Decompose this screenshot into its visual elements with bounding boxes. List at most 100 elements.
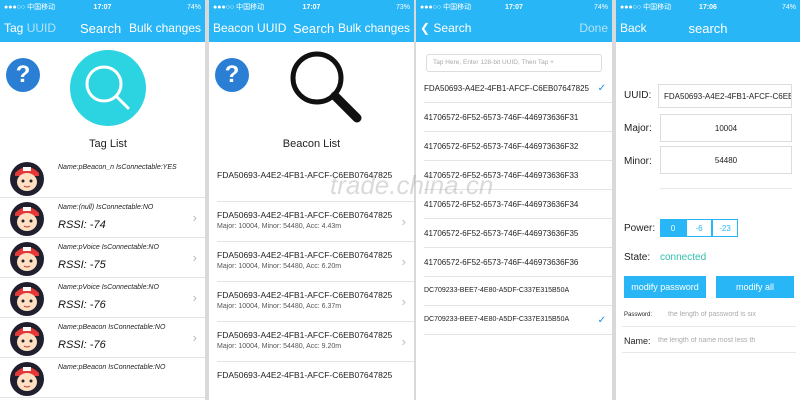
tag-row[interactable]: Name:pVoice IsConnectable:NO RSSI: -76 › (0, 278, 205, 318)
tag-row[interactable]: Name:(null) IsConnectable:NO RSSI: -74 › (0, 198, 205, 238)
divider (424, 160, 612, 161)
uuid-item[interactable]: 41706572-6F52-6573-746F-446973636F34 (424, 200, 604, 209)
divider (217, 201, 414, 202)
name-input[interactable]: the length of name most less th (658, 337, 794, 344)
search-button[interactable]: Search (293, 21, 334, 36)
carrier-label: ●●●○○ 中国移动 (213, 4, 265, 11)
uuid-list-screen: ●●●○○ 中国移动 17:07 74% ❮ Search Done Tap H… (416, 0, 612, 400)
uuid-item[interactable]: DC709233-BEE7-4E80-A5DF-C337E315B50A (424, 287, 604, 294)
status-bar: ●●●○○ 中国移动 17:06 74% (616, 0, 800, 14)
carrier-label: ●●●○○ 中国移动 (420, 4, 472, 11)
divider (424, 305, 612, 306)
beacon-detail: Major: 10004, Minor: 54480, Acc: 6.20m (217, 263, 342, 270)
uuid-item[interactable]: DC709233-BEE7-4E80-A5DF-C337E315B50A (424, 316, 604, 323)
nav-bar: Beacon UUID Search Bulk changes (209, 14, 414, 42)
beacon-uuid: FDA50693-A4E2-4FB1-AFCF-C6EB07647825 (217, 210, 393, 220)
clock: 17:07 (302, 3, 321, 11)
minor-field[interactable]: 54480 (660, 146, 792, 174)
uuid-item[interactable]: 41706572-6F52-6573-746F-446973636F33 (424, 171, 604, 180)
tab-tag[interactable]: Tag (4, 21, 23, 35)
screenshot-collage: ●●●○○ 中国移动 17:07 74% Tag UUID Search Bul… (0, 0, 800, 400)
uuid-item[interactable]: 41706572-6F52-6573-746F-446973636F36 (424, 258, 604, 267)
state-label: State: (624, 252, 651, 263)
tab-uuid[interactable]: UUID (27, 21, 56, 35)
clock: 17:06 (699, 3, 717, 11)
major-label: Major: (624, 123, 652, 134)
modify-password-button[interactable]: modify password (624, 276, 706, 298)
tab-beacon[interactable]: Beacon (213, 21, 254, 35)
help-icon[interactable]: ? (215, 58, 249, 92)
power-option-0[interactable]: 0 (660, 219, 686, 237)
battery-level: 73% (396, 3, 411, 11)
tag-rssi: RSSI: -76 (58, 299, 106, 311)
chevron-right-icon: › (192, 290, 197, 305)
nav-bar: ❮ Search Done (416, 14, 612, 42)
bulk-changes-button[interactable]: Bulk changes (129, 21, 201, 35)
beacon-row[interactable]: FDA50693-A4E2-4FB1-AFCF-C6EB07647825 Majo… (217, 250, 409, 270)
nav-tabs: Tag UUID (4, 21, 56, 35)
password-label: Password: (624, 312, 653, 318)
power-option-minus6[interactable]: -6 (686, 219, 712, 237)
nav-bar: Back search (616, 14, 800, 42)
back-button[interactable]: ❮ Search (420, 21, 471, 35)
name-label: Name: (624, 336, 651, 346)
beacon-uuid: FDA50693-A4E2-4FB1-AFCF-C6EB07647825 (217, 170, 393, 180)
uuid-item[interactable]: 41706572-6F52-6573-746F-446973636F32 (424, 142, 604, 151)
chevron-left-icon: ❮ (420, 21, 431, 35)
tag-list-screen: ●●●○○ 中国移动 17:07 74% Tag UUID Search Bul… (0, 0, 205, 400)
search-button[interactable]: Search (80, 21, 121, 36)
tag-row[interactable]: Name:pBeacon IsConnectable:NO RSSI: -76 › (0, 318, 205, 358)
magnifier-icon[interactable] (283, 46, 369, 132)
minor-label: Minor: (624, 156, 652, 167)
beacon-row[interactable]: FDA50693-A4E2-4FB1-AFCF-C6EB07647825 Majo… (217, 290, 409, 310)
divider (424, 102, 612, 103)
divider (424, 218, 612, 219)
avatar (8, 319, 46, 357)
battery-level: 74% (187, 3, 202, 11)
avatar (8, 359, 46, 397)
beacon-detail: Major: 10004, Minor: 54480, Acc: 9.20m (217, 343, 342, 350)
help-icon[interactable]: ? (6, 58, 40, 92)
battery-level: 74% (594, 3, 609, 11)
uuid-item[interactable]: FDA50693-A4E2-4FB1-AFCF-C6EB07647825 (424, 84, 604, 93)
tag-name: Name:pBeacon_n IsConnectable:YES (58, 164, 177, 171)
beacon-row[interactable]: FDA50693-A4E2-4FB1-AFCF-C6EB07647825 Majo… (217, 210, 409, 230)
divider (622, 326, 796, 327)
divider (622, 352, 796, 353)
list-title: Tag List (89, 138, 127, 150)
beacon-row[interactable]: FDA50693-A4E2-4FB1-AFCF-C6EB07647825 (217, 370, 409, 383)
status-bar: ●●●○○ 中国移动 17:07 74% (0, 0, 205, 14)
tag-row[interactable]: Name:pBeacon_n IsConnectable:YES (0, 158, 205, 198)
major-field[interactable]: 10004 (660, 114, 792, 142)
tag-row[interactable]: Name:pBeacon IsConnectable:NO (0, 358, 205, 398)
chevron-right-icon: › (401, 214, 406, 229)
uuid-input[interactable]: Tap Here, Enter 128-bit UUID, Then Tap + (426, 54, 602, 72)
uuid-item[interactable]: 41706572-6F52-6573-746F-446973636F35 (424, 229, 604, 238)
tag-name: Name:pBeacon IsConnectable:NO (58, 364, 166, 371)
tag-row[interactable]: Name:pVoice IsConnectable:NO RSSI: -75 › (0, 238, 205, 278)
clock: 17:07 (93, 3, 112, 11)
beacon-uuid: FDA50693-A4E2-4FB1-AFCF-C6EB07647825 (217, 370, 393, 380)
password-input[interactable]: the length of password is six (668, 311, 794, 318)
bulk-changes-button[interactable]: Bulk changes (338, 21, 410, 35)
divider (217, 321, 414, 322)
beacon-uuid: FDA50693-A4E2-4FB1-AFCF-C6EB07647825 (217, 330, 393, 340)
uuid-item[interactable]: 41706572-6F52-6573-746F-446973636F31 (424, 113, 604, 122)
divider (217, 281, 414, 282)
uuid-field[interactable]: FDA50693-A4E2-4FB1-AFCF-C6EB (658, 84, 792, 108)
search-icon[interactable] (70, 50, 146, 126)
modify-all-button[interactable]: modify all (716, 276, 794, 298)
divider (217, 241, 414, 242)
beacon-row[interactable]: FDA50693-A4E2-4FB1-AFCF-C6EB07647825 (217, 170, 409, 183)
chevron-right-icon: › (192, 330, 197, 345)
avatar (8, 279, 46, 317)
divider (424, 189, 612, 190)
power-option-minus23[interactable]: -23 (712, 219, 738, 237)
tab-uuid[interactable]: UUID (257, 21, 286, 35)
uuid-label: UUID: (624, 90, 652, 101)
back-button[interactable]: Back (620, 21, 647, 35)
beacon-row[interactable]: FDA50693-A4E2-4FB1-AFCF-C6EB07647825 Majo… (217, 330, 409, 350)
done-button[interactable]: Done (579, 21, 608, 35)
tag-name: Name:pBeacon IsConnectable:NO (58, 324, 166, 331)
tag-rssi: RSSI: -76 (58, 339, 106, 351)
